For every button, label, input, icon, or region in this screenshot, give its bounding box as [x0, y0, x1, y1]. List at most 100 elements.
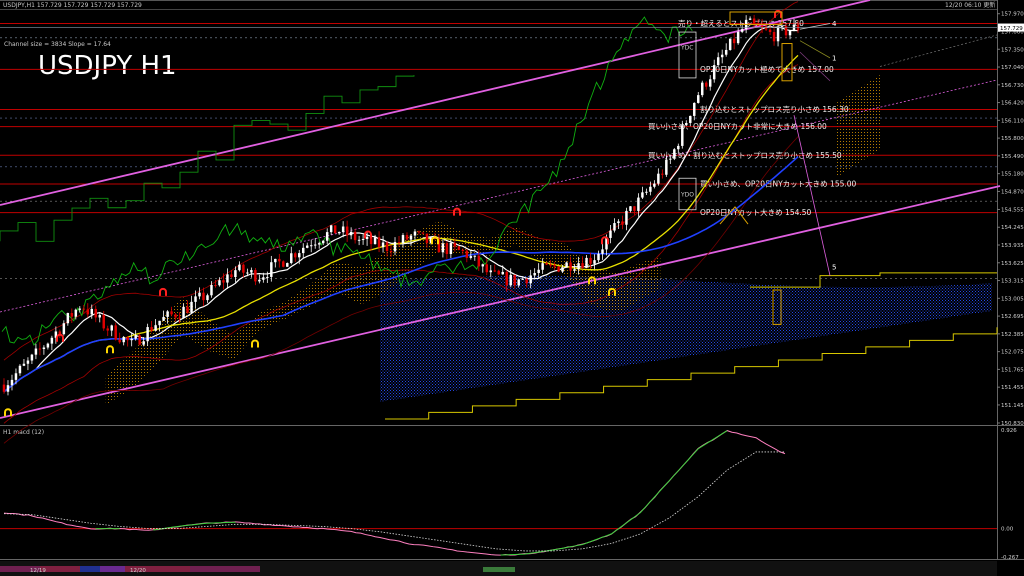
candle-body — [772, 32, 776, 42]
candle-body — [641, 192, 644, 198]
axis-tick-label: 151.765 — [1001, 367, 1024, 373]
candle-body — [569, 262, 572, 271]
candle-body — [333, 225, 337, 234]
candle-body — [645, 191, 648, 193]
candle-body — [361, 239, 365, 241]
candle-body — [385, 242, 389, 251]
candle-body — [473, 255, 477, 257]
candle-body — [266, 276, 269, 278]
macd-signal-line — [3, 451, 785, 552]
candle-body — [122, 336, 125, 343]
candle-body — [110, 325, 113, 331]
macd-axis-label: 0.00 — [1001, 527, 1014, 533]
macd-axis-label: -0.267 — [1001, 555, 1019, 561]
candle-body — [649, 186, 652, 192]
candle-body — [170, 311, 173, 315]
candle-body — [597, 253, 600, 261]
candle-body — [182, 306, 185, 319]
candle-body — [158, 320, 161, 326]
candle-body — [393, 242, 397, 252]
candle-body — [194, 296, 197, 302]
candle-body — [62, 323, 66, 335]
candle-body — [174, 314, 177, 318]
wave-label: 5 — [832, 264, 836, 272]
candle-body — [74, 309, 78, 317]
candle-body — [529, 275, 532, 284]
candle-body — [740, 29, 744, 32]
candle-body — [305, 245, 309, 248]
candle-body — [637, 197, 640, 211]
candle-body — [549, 264, 552, 266]
candle-body — [22, 363, 26, 366]
axis-tick-label: 152.695 — [1001, 314, 1024, 320]
candle-body — [294, 253, 297, 258]
candle-body — [230, 274, 233, 278]
window-title: USDJPY,H1 157.729 157.729 157.729 157.72… — [3, 2, 142, 9]
candle-body — [126, 336, 129, 341]
session-segment — [190, 566, 260, 572]
candle-body — [242, 264, 245, 273]
candle-body — [768, 29, 772, 33]
candle-body — [577, 263, 580, 270]
candle-body — [210, 285, 213, 296]
candle-body — [405, 235, 409, 240]
candle-body — [617, 221, 620, 224]
candle-body — [14, 373, 18, 380]
candle-body — [258, 279, 261, 282]
ydo-label: YDO — [680, 192, 694, 199]
candle-body — [102, 314, 105, 329]
candle-body — [537, 269, 540, 274]
candle-body — [377, 237, 381, 248]
candle-body — [553, 264, 556, 267]
candle-body — [118, 339, 121, 343]
candle-body — [98, 314, 101, 318]
candle-body — [238, 264, 241, 271]
candle-body — [748, 18, 752, 20]
candle-body — [497, 270, 500, 275]
candle-body — [50, 337, 54, 344]
candle-body — [561, 267, 564, 272]
candle-body — [218, 280, 221, 286]
candle-body — [461, 249, 465, 251]
candle-body — [513, 274, 516, 286]
candle-body — [681, 125, 684, 146]
candle-body — [78, 308, 82, 310]
datetime-label: 12/20 06:10 更新 — [945, 1, 995, 9]
candle-body — [697, 95, 700, 103]
candle-body — [138, 335, 141, 345]
candle-body — [701, 82, 704, 96]
candle-body — [94, 308, 98, 318]
channel-info: Channel size = 3834 Slope = 17.64 — [4, 41, 111, 48]
candle-body — [689, 115, 692, 123]
macd-rising-segment — [500, 430, 728, 556]
candle-body — [202, 292, 205, 301]
candle-body — [82, 308, 86, 310]
axis-tick-label: 150.830 — [1001, 421, 1024, 427]
candle-body — [246, 272, 249, 274]
axis-tick-label: 157.970 — [1001, 12, 1024, 18]
candle-body — [270, 262, 273, 277]
candle-body — [345, 226, 349, 236]
candle-body — [250, 270, 253, 273]
candle-body — [441, 243, 445, 253]
candle-body — [325, 232, 329, 241]
candle-body — [409, 235, 413, 240]
candle-body — [290, 253, 293, 264]
scroll-thumb — [483, 567, 515, 572]
axis-tick-label: 154.245 — [1001, 225, 1024, 231]
candle-body — [609, 230, 612, 238]
candle-body — [712, 65, 716, 80]
time-label: 12/20 — [130, 568, 146, 574]
candle-body — [653, 183, 656, 187]
macd-title: H1 macd (12) — [3, 429, 44, 436]
candle-body — [278, 258, 281, 262]
candle-body — [286, 263, 289, 267]
candle-body — [90, 308, 94, 315]
candle-body — [685, 122, 688, 126]
candle-body — [780, 25, 784, 27]
candle-body — [262, 277, 265, 280]
candle-body — [162, 316, 165, 321]
candle-body — [130, 338, 133, 341]
level-label: 買い小さめ・割り込むとストップロス売り小さめ 155.50 — [648, 150, 842, 160]
candle-body — [573, 269, 576, 271]
